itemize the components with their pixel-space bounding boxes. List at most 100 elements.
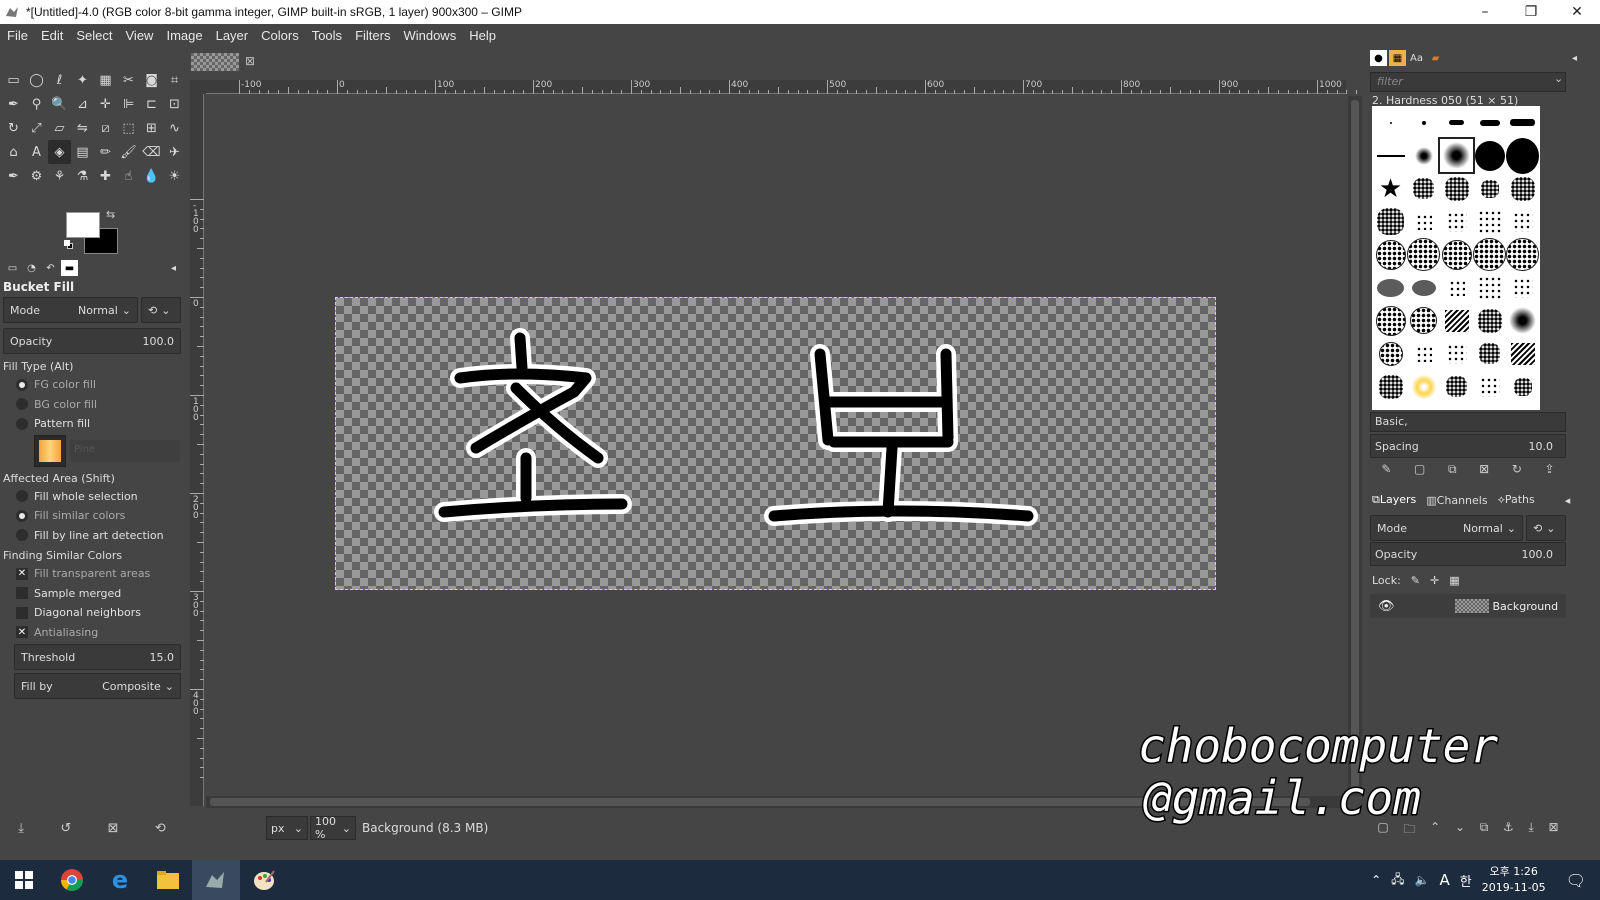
maximize-button[interactable]: ❐: [1508, 0, 1554, 24]
horizontal-ruler[interactable]: -100 0 100 200 300 400 500 600 700 800 900 1000: [206, 80, 1407, 94]
brushes-tab-icon[interactable]: ●: [1370, 50, 1387, 66]
layers-mode-reset-button[interactable]: ⟲ ⌄: [1526, 515, 1566, 541]
flip-tool-icon[interactable]: ⇋: [71, 116, 94, 140]
edit-brush-icon[interactable]: ✎: [1381, 462, 1391, 482]
brush-item[interactable]: [1407, 337, 1440, 370]
fill-type-bg[interactable]: BG color fill: [0, 395, 184, 415]
brush-item[interactable]: [1473, 172, 1506, 205]
brush-item[interactable]: [1407, 370, 1440, 403]
menu-filters[interactable]: Filters: [350, 28, 398, 43]
gradients-tab-icon[interactable]: ▰: [1427, 50, 1444, 66]
foreground-select-tool-icon[interactable]: ◙: [140, 68, 163, 92]
brush-item[interactable]: [1407, 271, 1440, 304]
undo-history-tab-icon[interactable]: ↶: [42, 260, 59, 276]
fill-type-fg[interactable]: FG color fill: [0, 375, 184, 395]
brush-item[interactable]: [1506, 205, 1539, 238]
pattern-preview[interactable]: [34, 434, 66, 467]
paintbrush-tool-icon[interactable]: 🖌: [117, 140, 140, 164]
tab-paths[interactable]: ⟡Paths: [1496, 491, 1537, 509]
measure-tool-icon[interactable]: ⊿: [71, 92, 94, 116]
brush-item[interactable]: [1473, 106, 1506, 139]
brush-item[interactable]: [1407, 304, 1440, 337]
brush-item[interactable]: [1374, 337, 1407, 370]
save-options-icon[interactable]: ⤓: [18, 821, 24, 836]
by-color-select-tool-icon[interactable]: ▦: [94, 68, 117, 92]
fill-transparent-checkbox[interactable]: ✕ Fill transparent areas: [0, 564, 184, 584]
text-tool-icon[interactable]: A: [25, 140, 48, 164]
airbrush-tool-icon[interactable]: ✈: [163, 140, 186, 164]
configure-tab-icon[interactable]: ◂: [165, 260, 182, 276]
brush-item[interactable]: [1407, 106, 1440, 139]
menu-help[interactable]: Help: [464, 28, 504, 43]
brush-item[interactable]: [1473, 139, 1506, 172]
color-picker-tool-icon[interactable]: ⚲: [25, 92, 48, 116]
delete-brush-icon[interactable]: ⊠: [1479, 462, 1489, 482]
brush-item[interactable]: [1506, 106, 1539, 139]
brush-filter-input[interactable]: filter: [1370, 72, 1566, 92]
vertical-scroll-thumb[interactable]: [1351, 100, 1359, 790]
handle-transform-tool-icon[interactable]: ⊞: [140, 116, 163, 140]
close-image-icon[interactable]: ⊠: [245, 54, 255, 68]
image-canvas[interactable]: [335, 297, 1216, 590]
unit-combo[interactable]: px ⌄: [266, 816, 308, 840]
chevron-up-icon[interactable]: ⌃: [1371, 873, 1381, 887]
foreground-color-swatch[interactable]: [66, 212, 100, 238]
duplicate-brush-icon[interactable]: ⧉: [1448, 462, 1457, 482]
restore-options-icon[interactable]: ↺: [60, 821, 71, 836]
brush-item[interactable]: ★: [1374, 172, 1407, 205]
ime-mode[interactable]: 한: [1460, 871, 1472, 890]
scale-tool-icon[interactable]: ⤢: [25, 116, 48, 140]
gradient-tool-icon[interactable]: ▤: [71, 140, 94, 164]
brush-item[interactable]: [1506, 238, 1539, 271]
brush-item[interactable]: [1506, 370, 1539, 403]
open-brush-icon[interactable]: ⇪: [1545, 462, 1555, 482]
configure-tab-icon[interactable]: ◂: [1566, 50, 1583, 66]
brush-item[interactable]: [1440, 205, 1473, 238]
fonts-tab-icon[interactable]: Aa: [1408, 50, 1425, 66]
brush-item[interactable]: [1506, 271, 1539, 304]
brush-item[interactable]: [1374, 238, 1407, 271]
configure-tab-icon[interactable]: ◂: [1565, 494, 1571, 507]
fill-by-combo[interactable]: Fill by Composite ⌄: [14, 673, 181, 699]
menu-windows[interactable]: Windows: [398, 28, 464, 43]
vertical-ruler[interactable]: -100 0 100 200 300 400: [190, 94, 204, 806]
diagonal-neighbors-checkbox[interactable]: Diagonal neighbors: [0, 603, 184, 623]
bucket-fill-tool-icon[interactable]: ◈: [48, 140, 71, 164]
eye-icon[interactable]: 👁: [1378, 599, 1395, 614]
close-button[interactable]: ✕: [1554, 0, 1600, 24]
affected-line-art[interactable]: Fill by line art detection: [0, 526, 184, 546]
clock[interactable]: 오후 1:26 2019-11-05: [1482, 864, 1546, 896]
brush-spacing-slider[interactable]: Spacing 10.0: [1370, 434, 1566, 458]
blur-tool-icon[interactable]: 💧: [140, 164, 163, 188]
ime-letter[interactable]: A: [1440, 871, 1450, 889]
start-button[interactable]: [0, 860, 48, 900]
tool-options-tab-icon[interactable]: ▭: [4, 260, 21, 276]
brush-item[interactable]: [1440, 370, 1473, 403]
brush-item[interactable]: [1473, 304, 1506, 337]
edge-taskbar-button[interactable]: e: [96, 860, 144, 900]
crop-tool-icon[interactable]: ⌗: [163, 68, 186, 92]
brush-item[interactable]: [1506, 172, 1539, 205]
brush-item[interactable]: [1438, 137, 1475, 174]
affected-similar-colors[interactable]: Fill similar colors: [0, 506, 184, 526]
brush-item[interactable]: [1407, 139, 1440, 172]
menu-colors[interactable]: Colors: [256, 28, 307, 43]
shear-tool-icon[interactable]: ▱: [48, 116, 71, 140]
volume-icon[interactable]: 🔈: [1415, 873, 1430, 887]
brush-item[interactable]: [1473, 205, 1506, 238]
scissors-select-tool-icon[interactable]: ✂: [117, 68, 140, 92]
brush-item[interactable]: [1374, 370, 1407, 403]
warp-tool-icon[interactable]: ∿: [163, 116, 186, 140]
tab-channels[interactable]: ▥Channels: [1424, 492, 1489, 509]
free-select-tool-icon[interactable]: ℓ: [48, 68, 71, 92]
rotate-tool-icon[interactable]: ↻: [2, 116, 25, 140]
pencil-tool-icon[interactable]: ✏: [94, 140, 117, 164]
network-icon[interactable]: 🖧: [1391, 870, 1404, 891]
perspective-clone-tool-icon[interactable]: ⚗: [71, 164, 94, 188]
delete-options-icon[interactable]: ⊠: [108, 821, 119, 836]
brush-item[interactable]: [1440, 337, 1473, 370]
reset-options-icon[interactable]: ⟲: [155, 821, 166, 836]
brush-item[interactable]: [1407, 238, 1440, 271]
brush-item[interactable]: [1374, 139, 1407, 172]
fuzzy-select-tool-icon[interactable]: ✦: [71, 68, 94, 92]
